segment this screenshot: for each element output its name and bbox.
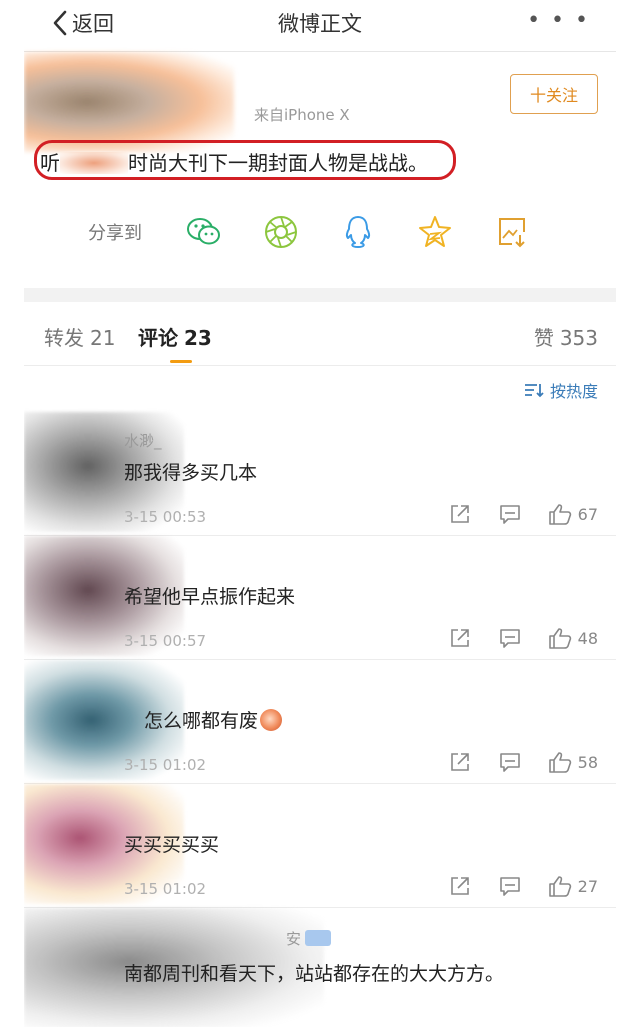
post-card: 来自iPhone X 十关注 听时尚大刊下一期封面人物是战战。 分享到 xyxy=(24,52,616,288)
comment-text-body: 怎么哪都有废 xyxy=(144,710,259,732)
save-image-icon[interactable] xyxy=(492,212,532,252)
tab-repost[interactable]: 转发 21 xyxy=(44,322,115,351)
follow-button[interactable]: 十关注 xyxy=(510,74,598,114)
comment-item: 水渺_ 那我得多买几本 3-15 00:53 67 xyxy=(24,412,616,536)
comment-actions: 58 xyxy=(422,750,598,774)
reply-icon[interactable] xyxy=(498,626,522,650)
like-count: 27 xyxy=(577,876,598,896)
share-label: 分享到 xyxy=(88,223,142,244)
sort-by-hot-button[interactable]: 按热度 xyxy=(524,378,598,402)
like-count: 67 xyxy=(577,504,598,524)
tab-comments[interactable]: 评论 23 xyxy=(138,322,212,351)
share-icon[interactable] xyxy=(448,750,472,774)
comment-item: 怎么哪都有废 3-15 01:02 58 xyxy=(24,660,616,784)
active-tab-indicator xyxy=(170,360,192,363)
comment-time: 3-15 01:02 xyxy=(124,756,207,774)
section-divider xyxy=(24,288,616,302)
comment-item: 买买买买买 3-15 01:02 27 xyxy=(24,784,616,908)
sort-icon xyxy=(524,384,544,398)
comment-actions: 27 xyxy=(422,874,598,898)
tab-repost-label: 转发 xyxy=(44,326,84,350)
tab-likes-label: 赞 xyxy=(533,326,554,350)
comment-actions: 67 xyxy=(422,502,598,526)
comment-text: 买买买买买 xyxy=(124,834,220,856)
comment-actions: 48 xyxy=(422,626,598,650)
share-icon[interactable] xyxy=(448,626,472,650)
comment-text: 那我得多买几本 xyxy=(124,462,258,484)
post-source: 来自iPhone X xyxy=(254,106,350,124)
qq-icon[interactable] xyxy=(338,212,378,252)
comment-text: 希望他早点振作起来 xyxy=(124,586,296,608)
nav-bar: 返回 微博正文 • • • xyxy=(24,0,616,52)
reply-icon[interactable] xyxy=(498,750,522,774)
tab-comments-label: 评论 xyxy=(138,326,178,350)
thumbs-up-icon[interactable] xyxy=(548,502,572,526)
thumbs-up-icon[interactable] xyxy=(548,874,572,898)
highlight-circle xyxy=(34,140,456,180)
share-icon[interactable] xyxy=(448,502,472,526)
tab-comments-count: 23 xyxy=(184,326,212,350)
tab-likes[interactable]: 赞 353 xyxy=(534,322,598,351)
comment-item: 安 南都周刊和看天下，站站都存在的大大方方。 xyxy=(24,908,616,1027)
sort-label: 按热度 xyxy=(549,382,598,401)
thumbs-up-icon[interactable] xyxy=(548,626,572,650)
share-icon[interactable] xyxy=(448,874,472,898)
like-count: 48 xyxy=(577,628,598,648)
thumbs-up-icon[interactable] xyxy=(548,750,572,774)
more-icon[interactable]: • • • xyxy=(527,8,590,33)
interaction-tabs: 转发 21 评论 23 赞 353 xyxy=(24,302,616,366)
tab-repost-count: 21 xyxy=(90,326,116,350)
author-avatar-redacted[interactable] xyxy=(24,52,234,152)
commenter-name[interactable]: 安 xyxy=(286,928,332,949)
comment-text: 怎么哪都有废 xyxy=(144,706,283,733)
like-count: 58 xyxy=(577,752,598,772)
reply-icon[interactable] xyxy=(498,874,522,898)
comment-item: 希望他早点振作起来 3-15 00:57 48 xyxy=(24,536,616,660)
weibo-post-screen: 返回 微博正文 • • • 来自iPhone X 十关注 听时尚大刊下一期封面人… xyxy=(24,0,616,1027)
comment-text: 南都周刊和看天下，站站都存在的大大方方。 xyxy=(124,963,505,985)
emoji-icon xyxy=(260,709,283,731)
commenter-name-text: 安 xyxy=(286,930,302,948)
comment-time: 3-15 00:57 xyxy=(124,632,207,650)
comment-time: 3-15 00:53 xyxy=(124,508,207,526)
commenter-name[interactable]: 水渺_ xyxy=(124,430,162,451)
comment-time: 3-15 01:02 xyxy=(124,880,207,898)
vip-badge-icon xyxy=(305,930,332,946)
tab-likes-count: 353 xyxy=(559,326,598,350)
moments-icon[interactable] xyxy=(261,212,301,252)
wechat-icon[interactable] xyxy=(184,212,224,252)
share-bar: 分享到 xyxy=(88,212,608,252)
reply-icon[interactable] xyxy=(498,502,522,526)
qzone-icon[interactable] xyxy=(415,212,455,252)
